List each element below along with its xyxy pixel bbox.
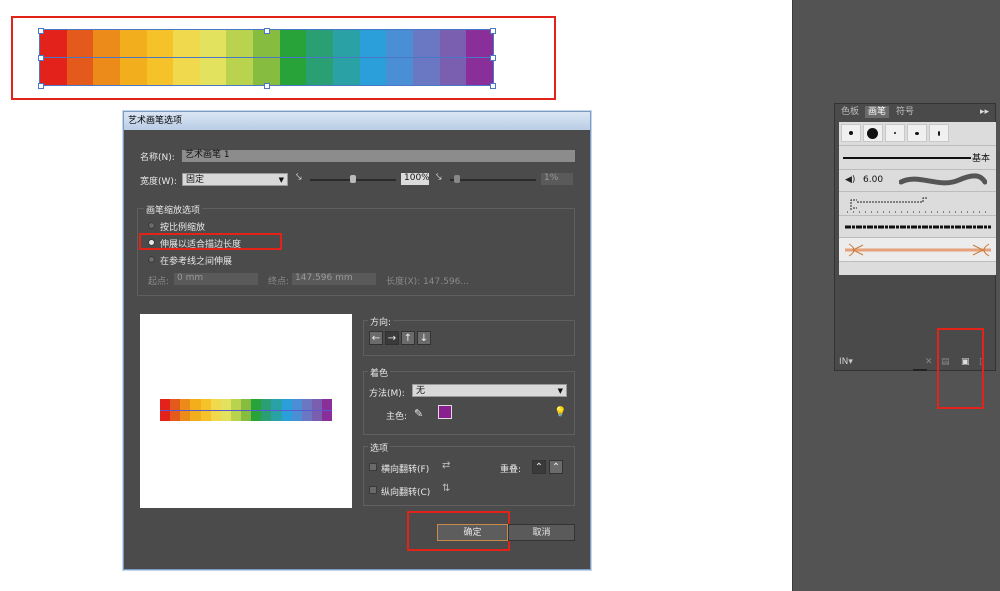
art-stroke-sample xyxy=(845,243,991,257)
speaker-icon: ◀) xyxy=(845,175,856,185)
eyedropper-icon[interactable]: ✎ xyxy=(414,407,423,420)
tab-brushes[interactable]: 画笔 xyxy=(865,106,890,118)
calligraphic-brush-row xyxy=(839,122,996,146)
resize-grip[interactable] xyxy=(913,369,927,371)
panel-menu-icon[interactable]: ▸▸ xyxy=(977,106,992,118)
new-brush-highlight-box xyxy=(937,328,984,409)
method-label: 方法(M): xyxy=(369,389,405,399)
brush-preview xyxy=(140,314,352,508)
charcoal-brush-row[interactable] xyxy=(839,216,996,238)
art-brush-options-dialog: 艺术画笔选项 名称(N): 艺术画笔 1 宽度(W): 固定 ▼ ⤥ 100% … xyxy=(123,111,591,570)
overlap-adjust-button[interactable]: ⌃ xyxy=(532,460,546,474)
dialog-title: 艺术画笔选项 xyxy=(124,112,590,130)
width-slider-thumb[interactable] xyxy=(350,175,356,183)
bounding-handle[interactable] xyxy=(490,55,496,61)
variation-slider-thumb[interactable] xyxy=(454,175,460,183)
preview-path-line xyxy=(160,410,332,411)
name-input[interactable]: 艺术画笔 1 xyxy=(182,150,575,162)
art-brush-row[interactable] xyxy=(839,238,996,262)
length-text: 长度(X): 147.596... xyxy=(386,277,469,287)
basic-stroke-sample xyxy=(843,157,971,159)
direction-right-button[interactable]: → xyxy=(385,331,399,345)
width-percent-field[interactable]: 100% xyxy=(401,173,430,185)
basic-brush-row[interactable]: 基本 xyxy=(839,146,996,170)
method-select-value: 无 xyxy=(416,386,426,396)
method-select[interactable]: 无 ▼ xyxy=(412,384,567,397)
pattern-brush-row[interactable] xyxy=(839,192,996,216)
brush-libraries-icon[interactable]: IN▾ xyxy=(839,357,853,367)
chevron-down-icon: ▼ xyxy=(557,387,563,395)
tab-swatches[interactable]: 色板 xyxy=(838,106,862,118)
brush-cell[interactable] xyxy=(863,124,883,142)
end-label: 终点: xyxy=(268,277,290,287)
flip-along-icon: ⇄ xyxy=(442,460,451,471)
tips-bulb-icon[interactable]: 💡 xyxy=(554,407,566,418)
stretch-highlight-box xyxy=(139,233,282,250)
bounding-handle[interactable] xyxy=(38,55,44,61)
cancel-button[interactable]: 取消 xyxy=(508,524,575,541)
name-label: 名称(N): xyxy=(140,153,175,163)
colorization-group: 着色 xyxy=(363,366,575,435)
remove-stroke-icon[interactable]: ✕ xyxy=(925,357,933,367)
bristle-stroke-sample xyxy=(899,173,987,186)
direction-left-button[interactable]: ← xyxy=(369,331,383,345)
variation-slider-track[interactable] xyxy=(450,179,536,181)
start-field[interactable]: 0 mm xyxy=(174,273,258,285)
tab-symbols[interactable]: 符号 xyxy=(893,106,917,118)
overlap-label: 重叠: xyxy=(500,465,522,475)
brush-cell[interactable] xyxy=(885,124,905,142)
strip-path-line xyxy=(40,57,493,58)
key-color-label: 主色: xyxy=(386,412,408,422)
brush-size-value: 6.00 xyxy=(863,175,884,185)
ok-button[interactable]: 确定 xyxy=(437,524,508,541)
basic-brush-label: 基本 xyxy=(972,154,991,164)
direction-title: 方向: xyxy=(368,315,394,328)
blob-brush-row[interactable]: ◀) 6.00 xyxy=(839,170,996,192)
flip-along-label: 横向翻转(F) xyxy=(381,465,430,475)
brush-cell[interactable] xyxy=(841,124,861,142)
brush-cell[interactable] xyxy=(929,124,949,142)
pattern-stroke-sample xyxy=(847,197,989,213)
chevron-down-icon: ▼ xyxy=(278,176,284,184)
flip-across-checkbox[interactable] xyxy=(369,486,377,494)
bounding-handle[interactable] xyxy=(38,83,44,89)
start-label: 起点: xyxy=(148,277,170,287)
width-label: 宽度(W): xyxy=(140,177,177,187)
bounding-handle[interactable] xyxy=(264,28,270,34)
bounding-handle[interactable] xyxy=(38,28,44,34)
direction-up-button[interactable]: ↑ xyxy=(401,331,415,345)
width-select[interactable]: 固定 ▼ xyxy=(182,173,288,186)
flip-along-checkbox[interactable] xyxy=(369,463,377,471)
variation-icon: ⤥ xyxy=(436,172,442,183)
end-field[interactable]: 147.596 mm xyxy=(292,273,376,285)
bounding-handle[interactable] xyxy=(490,83,496,89)
width-select-value: 固定 xyxy=(186,175,205,185)
bounding-handle[interactable] xyxy=(490,28,496,34)
colorization-title: 着色 xyxy=(368,366,391,379)
guides-label: 在参考线之间伸展 xyxy=(160,257,233,267)
proportional-label: 按比例缩放 xyxy=(160,223,206,233)
brush-list: 基本 ◀) 6.00 xyxy=(839,122,996,275)
guides-radio[interactable] xyxy=(148,256,155,263)
charcoal-stroke-sample xyxy=(845,225,991,229)
bounding-handle[interactable] xyxy=(264,83,270,89)
direction-down-button[interactable]: ↓ xyxy=(417,331,431,345)
overlap-none-button[interactable]: ⌃ xyxy=(549,460,563,474)
flip-across-label: 纵向翻转(C) xyxy=(381,488,431,498)
options-title: 选项 xyxy=(368,441,391,454)
key-color-swatch[interactable] xyxy=(438,405,452,419)
pressure-icon: ⤥ xyxy=(296,172,302,183)
flip-across-icon: ⇅ xyxy=(442,483,451,494)
scale-options-title: 画笔缩放选项 xyxy=(144,203,203,216)
variation-field[interactable]: 1% xyxy=(541,173,573,185)
brush-cell[interactable] xyxy=(907,124,927,142)
proportional-radio[interactable] xyxy=(148,222,155,229)
